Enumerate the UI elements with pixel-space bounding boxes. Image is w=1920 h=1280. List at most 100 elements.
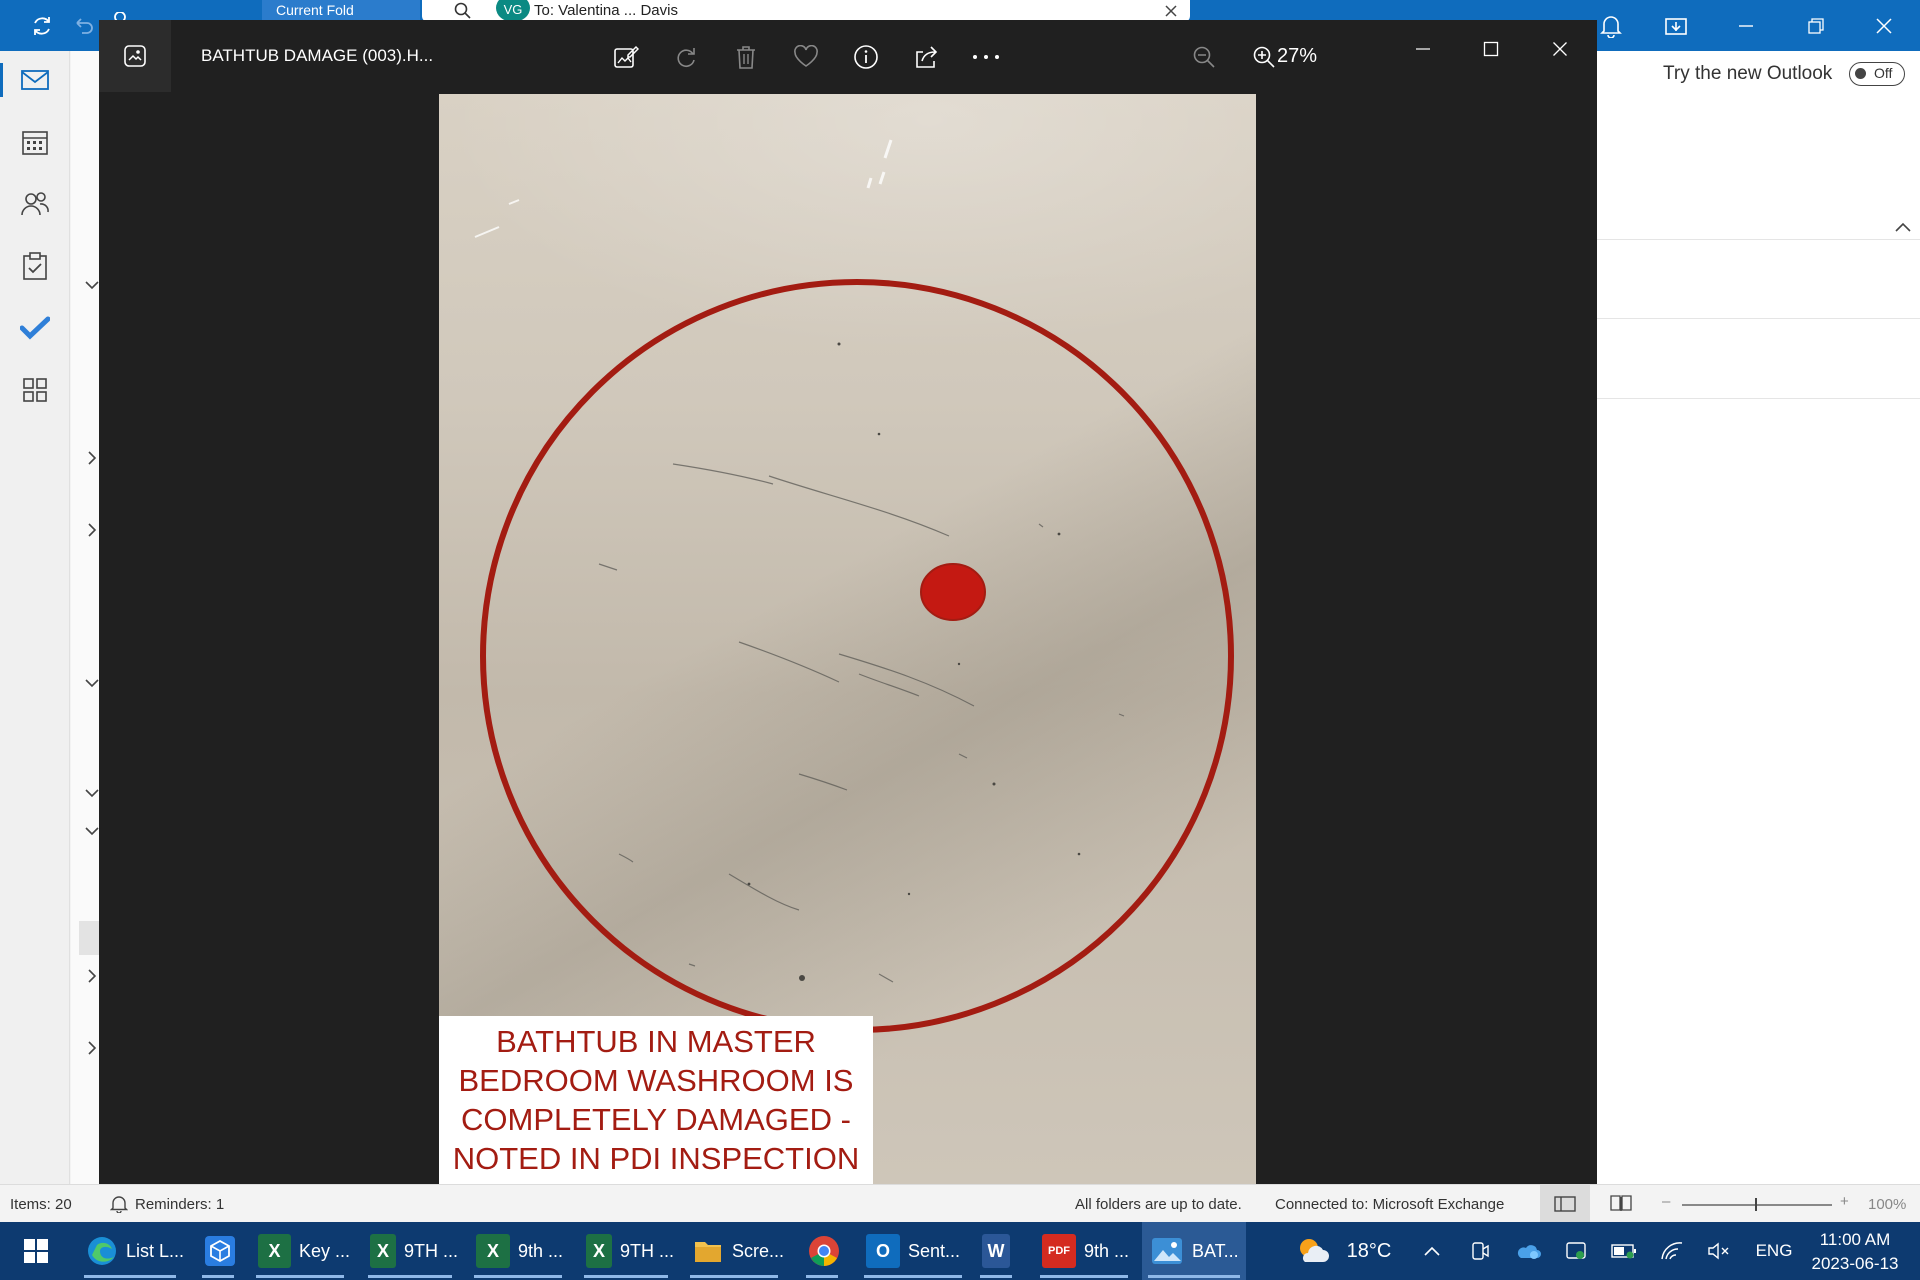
running-indicator: [202, 1275, 234, 1278]
undo-icon[interactable]: [70, 12, 98, 40]
outlook-minimize-icon[interactable]: [1730, 10, 1762, 42]
people-icon[interactable]: [14, 183, 56, 225]
chevron-down-icon[interactable]: [85, 676, 99, 690]
taskbar-item-excel[interactable]: X 9TH ...: [578, 1222, 674, 1280]
photos-maximize-icon[interactable]: [1476, 34, 1506, 64]
normal-view-icon[interactable]: [1540, 1185, 1590, 1222]
reading-pane: Try the new Outlook Off: [1597, 51, 1920, 1184]
folder-pane: [71, 51, 101, 1184]
pdf-icon: PDF: [1042, 1234, 1076, 1268]
chevron-down-icon[interactable]: [85, 786, 99, 800]
current-folder-tab[interactable]: Current Fold: [262, 0, 420, 22]
damage-highlight-circle: [480, 279, 1234, 1033]
taskbar-item-folder[interactable]: Scre...: [684, 1222, 784, 1280]
connection-status: Connected to: Microsoft Exchange: [1275, 1196, 1505, 1213]
security-icon[interactable]: [1560, 1235, 1592, 1267]
search-chip-avatar: VG: [496, 0, 530, 22]
photos-app-icon[interactable]: [99, 20, 171, 92]
taskbar-item-word[interactable]: W: [974, 1222, 1018, 1280]
meet-now-icon[interactable]: [1464, 1235, 1496, 1267]
zoom-slider-thumb[interactable]: [1755, 1198, 1757, 1211]
delete-icon[interactable]: [731, 42, 761, 72]
search-clear-icon[interactable]: [1164, 4, 1178, 18]
running-indicator: [368, 1275, 452, 1278]
outlook-restore-icon[interactable]: [1800, 10, 1832, 42]
chevron-down-icon[interactable]: [85, 278, 99, 292]
input-language[interactable]: ENG: [1752, 1235, 1796, 1267]
excel-icon: X: [370, 1234, 396, 1268]
start-button[interactable]: [14, 1222, 58, 1280]
taskbar-item-label: 9th ...: [1084, 1240, 1130, 1261]
taskbar-item-label: BAT...: [1192, 1240, 1239, 1261]
battery-icon[interactable]: [1608, 1235, 1640, 1267]
zoom-in-icon[interactable]: [1249, 42, 1279, 72]
taskbar-item-pdf[interactable]: PDF 9th ...: [1034, 1222, 1134, 1280]
chevron-right-icon[interactable]: [85, 451, 99, 465]
taskbar-item-excel[interactable]: X 9th ...: [468, 1222, 568, 1280]
bell-icon[interactable]: [1595, 10, 1627, 42]
taskbar-item-app-cube[interactable]: [196, 1222, 240, 1280]
chevron-down-icon[interactable]: [85, 824, 99, 838]
search-chip-text[interactable]: To: Valentina ... Davis: [534, 2, 678, 19]
caption-line-4: NOTED IN PDI INSPECTION: [452, 1141, 860, 1176]
zoom-percentage[interactable]: 100%: [1868, 1196, 1906, 1213]
show-hidden-icons-chevron-icon[interactable]: [1416, 1235, 1448, 1267]
taskbar-item-photos[interactable]: BAT...: [1142, 1222, 1246, 1280]
edge-icon: [86, 1234, 118, 1268]
taskbar-item-excel[interactable]: X 9TH ...: [362, 1222, 458, 1280]
photos-close-icon[interactable]: [1545, 34, 1575, 64]
toggle-state-label: Off: [1874, 65, 1893, 81]
chevron-right-icon[interactable]: [85, 1041, 99, 1055]
running-indicator: [806, 1275, 838, 1278]
search-box[interactable]: VG To: Valentina ... Davis: [422, 0, 1190, 22]
taskbar-item-label: List L...: [126, 1240, 185, 1261]
zoom-out-minus[interactable]: –: [1662, 1193, 1670, 1210]
selected-folder-highlight: [79, 921, 101, 955]
more-options-icon[interactable]: [971, 42, 1001, 72]
sync-icon[interactable]: [28, 12, 56, 40]
clock[interactable]: 11:00 AM 2023-06-13: [1800, 1228, 1910, 1276]
coming-soon-icon[interactable]: [1660, 10, 1692, 42]
photos-viewer-window: BATHTUB DAMAGE (003).H... 27% BATHTUB IN…: [99, 20, 1597, 1184]
excel-icon: X: [258, 1234, 291, 1268]
tasks-icon[interactable]: [14, 245, 56, 287]
outlook-close-icon[interactable]: [1868, 10, 1900, 42]
favorite-heart-icon[interactable]: [791, 42, 821, 72]
reminders-count[interactable]: Reminders: 1: [135, 1196, 224, 1213]
caption-line-1: BATHTUB IN MASTER: [496, 1024, 816, 1059]
calendar-icon[interactable]: [14, 121, 56, 163]
outlook-icon: O: [866, 1234, 900, 1268]
photos-minimize-icon[interactable]: [1408, 34, 1438, 64]
zoom-slider[interactable]: [1682, 1198, 1832, 1211]
more-apps-icon[interactable]: [14, 369, 56, 411]
chevron-right-icon[interactable]: [85, 523, 99, 537]
taskbar-item-edge[interactable]: List L...: [78, 1222, 185, 1280]
weather-temp[interactable]: 18°C: [1334, 1235, 1404, 1267]
taskbar-item-excel[interactable]: X Key ...: [250, 1222, 350, 1280]
weather-icon[interactable]: [1287, 1235, 1337, 1267]
wifi-icon[interactable]: [1656, 1235, 1688, 1267]
taskbar-item-label: 9th ...: [518, 1240, 564, 1261]
try-new-outlook-label: Try the new Outlook: [1663, 63, 1833, 84]
new-outlook-toggle[interactable]: Off: [1849, 62, 1905, 86]
bathtub-photo[interactable]: BATHTUB IN MASTER BEDROOM WASHROOM IS CO…: [439, 94, 1256, 1184]
info-icon[interactable]: [851, 42, 881, 72]
running-indicator: [864, 1275, 962, 1278]
word-icon: W: [982, 1234, 1010, 1268]
rotate-icon[interactable]: [671, 42, 701, 72]
running-indicator: [1040, 1275, 1128, 1278]
zoom-in-plus[interactable]: +: [1840, 1193, 1849, 1210]
reading-view-icon[interactable]: [1610, 1194, 1632, 1212]
taskbar-item-chrome[interactable]: [800, 1222, 844, 1280]
speaker-muted-icon[interactable]: [1703, 1235, 1735, 1267]
todo-icon[interactable]: [14, 307, 56, 349]
edit-image-icon[interactable]: [611, 42, 641, 72]
taskbar-item-outlook[interactable]: O Sent...: [858, 1222, 968, 1280]
share-icon[interactable]: [911, 42, 941, 72]
mail-icon[interactable]: [14, 59, 56, 101]
chevron-right-icon[interactable]: [85, 969, 99, 983]
onedrive-icon[interactable]: [1512, 1235, 1544, 1267]
zoom-out-icon[interactable]: [1189, 42, 1219, 72]
zoom-level[interactable]: 27%: [1277, 45, 1317, 68]
collapse-ribbon-icon[interactable]: [1895, 221, 1911, 233]
